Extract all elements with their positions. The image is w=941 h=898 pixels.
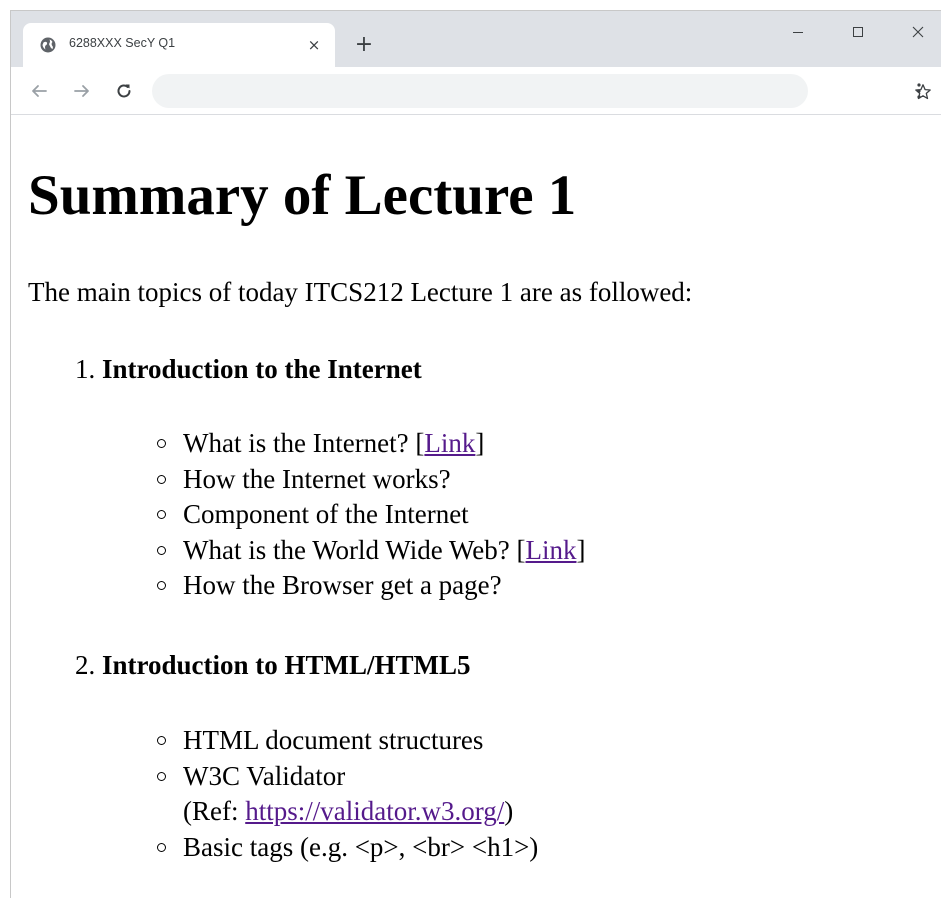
tab-title: 6288XXX SecY Q1 xyxy=(69,36,176,50)
list-item-text: Component of the Internet xyxy=(183,499,469,529)
bracket-close: ] xyxy=(576,534,586,565)
list-item: Component of the Internet xyxy=(153,497,586,533)
circle-bullet-icon xyxy=(157,736,166,745)
maximize-icon[interactable] xyxy=(835,17,881,47)
list-item-text: Basic tags (e.g. <p>, <br> <h1>) xyxy=(183,831,539,862)
forward-arrow-icon[interactable] xyxy=(69,78,95,104)
browser-toolbar xyxy=(11,67,941,115)
tab-close-icon[interactable]: × xyxy=(303,34,325,56)
circle-bullet-icon xyxy=(157,842,166,852)
www-link[interactable]: Link xyxy=(526,535,577,565)
circle-bullet-icon xyxy=(157,474,166,484)
list-item: How the Browser get a page? xyxy=(153,568,586,604)
circle-bullet-icon xyxy=(157,439,166,448)
circle-bullet-icon xyxy=(157,771,166,781)
minimize-icon[interactable] xyxy=(775,17,821,47)
validator-link[interactable]: https://validator.w3.org/ xyxy=(245,796,504,826)
back-arrow-icon[interactable] xyxy=(26,78,52,104)
browser-tab[interactable]: 6288XXX SecY Q1 × xyxy=(23,23,335,67)
list-item: Basic tags (e.g. <p>, <br> <h1>) xyxy=(153,830,538,866)
list-item: What is the World Wide Web? [Link] xyxy=(153,533,586,569)
reload-icon[interactable] xyxy=(111,78,137,104)
browser-window: 6288XXX SecY Q1 × + Summary of Lecture 1… xyxy=(10,10,941,898)
list-item-text: What is the Internet? xyxy=(183,428,416,458)
topic-number: 2. xyxy=(75,650,96,680)
new-tab-button[interactable]: + xyxy=(351,33,377,59)
list-item: HTML document structures xyxy=(153,723,538,759)
topic-number: 1. xyxy=(75,354,96,384)
list-item: W3C Validator (Ref: https://validator.w3.… xyxy=(153,759,538,830)
list-item-text: What is the World Wide Web? xyxy=(183,534,517,565)
circle-bullet-icon xyxy=(157,510,166,519)
topic-subitems: HTML document structures W3C Validator (R… xyxy=(153,723,538,865)
address-bar[interactable] xyxy=(152,74,931,110)
topic-title: Introduction to the Internet xyxy=(102,354,422,384)
intro-paragraph: The main topics of today ITCS212 Lecture… xyxy=(28,277,693,307)
kebab-menu-icon[interactable] xyxy=(911,78,927,104)
address-input[interactable] xyxy=(166,74,750,110)
bracket-open: [ xyxy=(516,534,526,565)
close-icon[interactable] xyxy=(895,17,941,47)
tab-strip: 6288XXX SecY Q1 × + xyxy=(11,11,941,67)
globe-icon xyxy=(39,36,57,54)
circle-bullet-icon xyxy=(157,581,166,590)
topic-heading: 1. Introduction to the Internet xyxy=(75,353,422,385)
circle-bullet-icon xyxy=(157,545,166,555)
topic-heading: 2. Introduction to HTML/HTML5 xyxy=(75,649,471,681)
list-item: What is the Internet? [Link] xyxy=(153,426,586,462)
list-item-text: HTML document structures xyxy=(183,725,484,755)
topic-subitems: What is the Internet? [Link] How the Int… xyxy=(153,426,586,604)
list-item-text: W3C Validator xyxy=(183,760,346,791)
list-item-text: How the Internet works? xyxy=(183,463,451,494)
ref-suffix: ) xyxy=(504,796,514,826)
list-item-text: How the Browser get a page? xyxy=(183,570,502,600)
page-content: Summary of Lecture 1 The main topics of … xyxy=(11,115,941,898)
page-title: Summary of Lecture 1 xyxy=(28,164,577,227)
internet-link[interactable]: Link xyxy=(424,428,475,458)
list-item: How the Internet works? xyxy=(153,462,586,498)
topic-title: Introduction to HTML/HTML5 xyxy=(102,650,471,680)
bracket-close: ] xyxy=(475,428,485,458)
ref-prefix: (Ref: xyxy=(183,796,246,826)
